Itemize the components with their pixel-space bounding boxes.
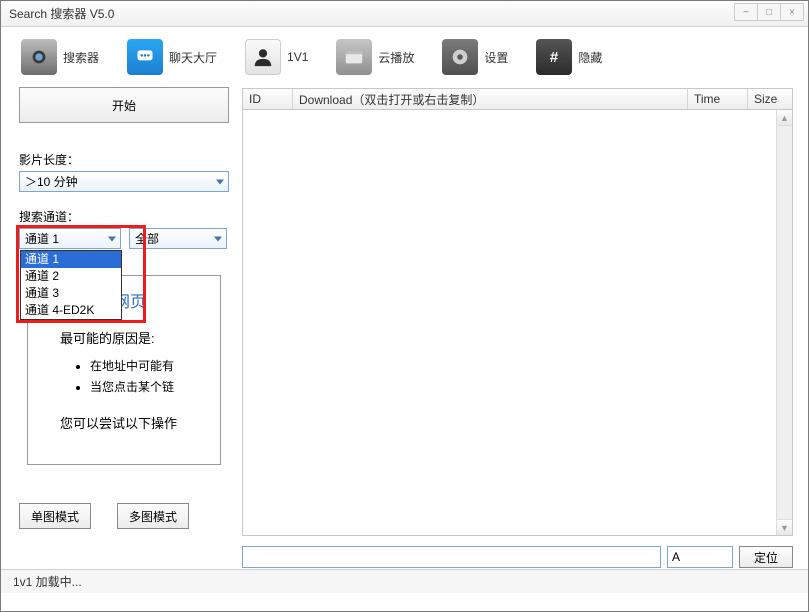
filter-select[interactable]: 全部 xyxy=(129,228,227,249)
info-try-heading: 您可以尝试以下操作 xyxy=(60,413,214,432)
channel-label: 搜索通道： xyxy=(19,208,229,225)
content-area: 开始 影片长度： ＞10 分钟 搜索通道： 通道 1 通道 1 通道 2 通道 … xyxy=(1,83,808,569)
channel-option-1[interactable]: 通道 1 xyxy=(21,251,121,268)
duration-value: ＞10 分钟 xyxy=(25,173,78,190)
info-bullet: 在地址中可能有 xyxy=(90,357,214,374)
toolbar-1v1-label: 1V1 xyxy=(287,50,308,64)
toolbar-searcher-label: 搜索器 xyxy=(63,49,99,66)
statusbar: 1v1 加载中... xyxy=(1,569,808,593)
channel-select[interactable]: 通道 1 通道 1 通道 2 通道 3 通道 4-ED2K xyxy=(19,228,121,249)
titlebar: Search 搜索器 V5.0 − □ × xyxy=(1,1,808,27)
maximize-button[interactable]: □ xyxy=(757,3,781,21)
column-download[interactable]: Download（双击打开或右击复制） xyxy=(293,89,688,109)
path-input[interactable] xyxy=(242,546,661,568)
scroll-down-icon[interactable]: ▼ xyxy=(777,519,792,535)
hash-icon: # xyxy=(536,39,572,75)
folder-icon xyxy=(336,39,372,75)
gear-icon xyxy=(442,39,478,75)
info-reason-heading: 最可能的原因是: xyxy=(60,328,214,347)
minimize-button[interactable]: − xyxy=(734,3,758,21)
mode-buttons: 单图模式 多图模式 xyxy=(19,503,229,529)
channel-option-4[interactable]: 通道 4-ED2K xyxy=(21,302,121,319)
channel-option-3[interactable]: 通道 3 xyxy=(21,285,121,302)
locate-button-label: 定位 xyxy=(754,549,778,566)
column-id[interactable]: ID xyxy=(243,89,293,109)
window-controls: − □ × xyxy=(735,3,804,21)
channel-row: 通道 1 通道 1 通道 2 通道 3 通道 4-ED2K 全部 xyxy=(19,228,229,249)
toolbar-hide-label: 隐藏 xyxy=(578,49,602,66)
window-title: Search 搜索器 V5.0 xyxy=(9,5,114,22)
info-bullet: 当您点击某个链 xyxy=(90,378,214,395)
close-button[interactable]: × xyxy=(780,3,804,21)
channel-dropdown: 通道 1 通道 2 通道 3 通道 4-ED2K xyxy=(20,250,122,320)
index-input[interactable] xyxy=(667,546,733,568)
toolbar-hide[interactable]: # 隐藏 xyxy=(536,39,602,75)
toolbar-settings-label: 设置 xyxy=(484,49,508,66)
start-button[interactable]: 开始 xyxy=(19,87,229,123)
single-image-mode-button[interactable]: 单图模式 xyxy=(19,503,91,529)
duration-label: 影片长度： xyxy=(19,151,229,168)
person-icon xyxy=(245,39,281,75)
toolbar-cloud-play[interactable]: 云播放 xyxy=(336,39,414,75)
toolbar-chat-label: 聊天大厅 xyxy=(169,49,217,66)
toolbar-settings[interactable]: 设置 xyxy=(442,39,508,75)
status-text: 1v1 加载中... xyxy=(13,573,82,590)
multi-image-mode-label: 多图模式 xyxy=(129,508,177,525)
toolbar-searcher[interactable]: 搜索器 xyxy=(21,39,99,75)
scroll-up-icon[interactable]: ▲ xyxy=(777,110,792,126)
multi-image-mode-button[interactable]: 多图模式 xyxy=(117,503,189,529)
table-header: ID Download（双击打开或右击复制） Time Size xyxy=(242,88,793,110)
column-size[interactable]: Size xyxy=(748,89,792,109)
start-button-label: 开始 xyxy=(112,97,136,114)
vertical-scrollbar[interactable]: ▲ ▼ xyxy=(776,110,792,535)
info-bullet-list: 在地址中可能有 当您点击某个链 xyxy=(90,357,214,395)
channel-value: 通道 1 xyxy=(25,230,59,247)
column-time[interactable]: Time xyxy=(688,89,748,109)
channel-option-2[interactable]: 通道 2 xyxy=(21,268,121,285)
duration-select[interactable]: ＞10 分钟 xyxy=(19,171,229,192)
left-panel: 开始 影片长度： ＞10 分钟 搜索通道： 通道 1 通道 1 通道 2 通道 … xyxy=(19,87,229,569)
filter-value: 全部 xyxy=(135,230,159,247)
bottom-row: 定位 xyxy=(242,546,793,568)
toolbar-cloud-play-label: 云播放 xyxy=(378,49,414,66)
toolbar-1v1[interactable]: 1V1 xyxy=(245,39,308,75)
chat-icon xyxy=(127,39,163,75)
main-toolbar: 搜索器 聊天大厅 1V1 云播放 设置 # 隐藏 xyxy=(1,27,808,83)
single-image-mode-label: 单图模式 xyxy=(31,508,79,525)
toolbar-chat[interactable]: 聊天大厅 xyxy=(127,39,217,75)
table-body[interactable]: ▲ ▼ xyxy=(242,110,793,536)
camera-icon xyxy=(21,39,57,75)
locate-button[interactable]: 定位 xyxy=(739,546,793,568)
right-panel: ID Download（双击打开或右击复制） Time Size ▲ ▼ 定位 xyxy=(241,87,794,569)
svg-text:#: # xyxy=(550,49,559,66)
